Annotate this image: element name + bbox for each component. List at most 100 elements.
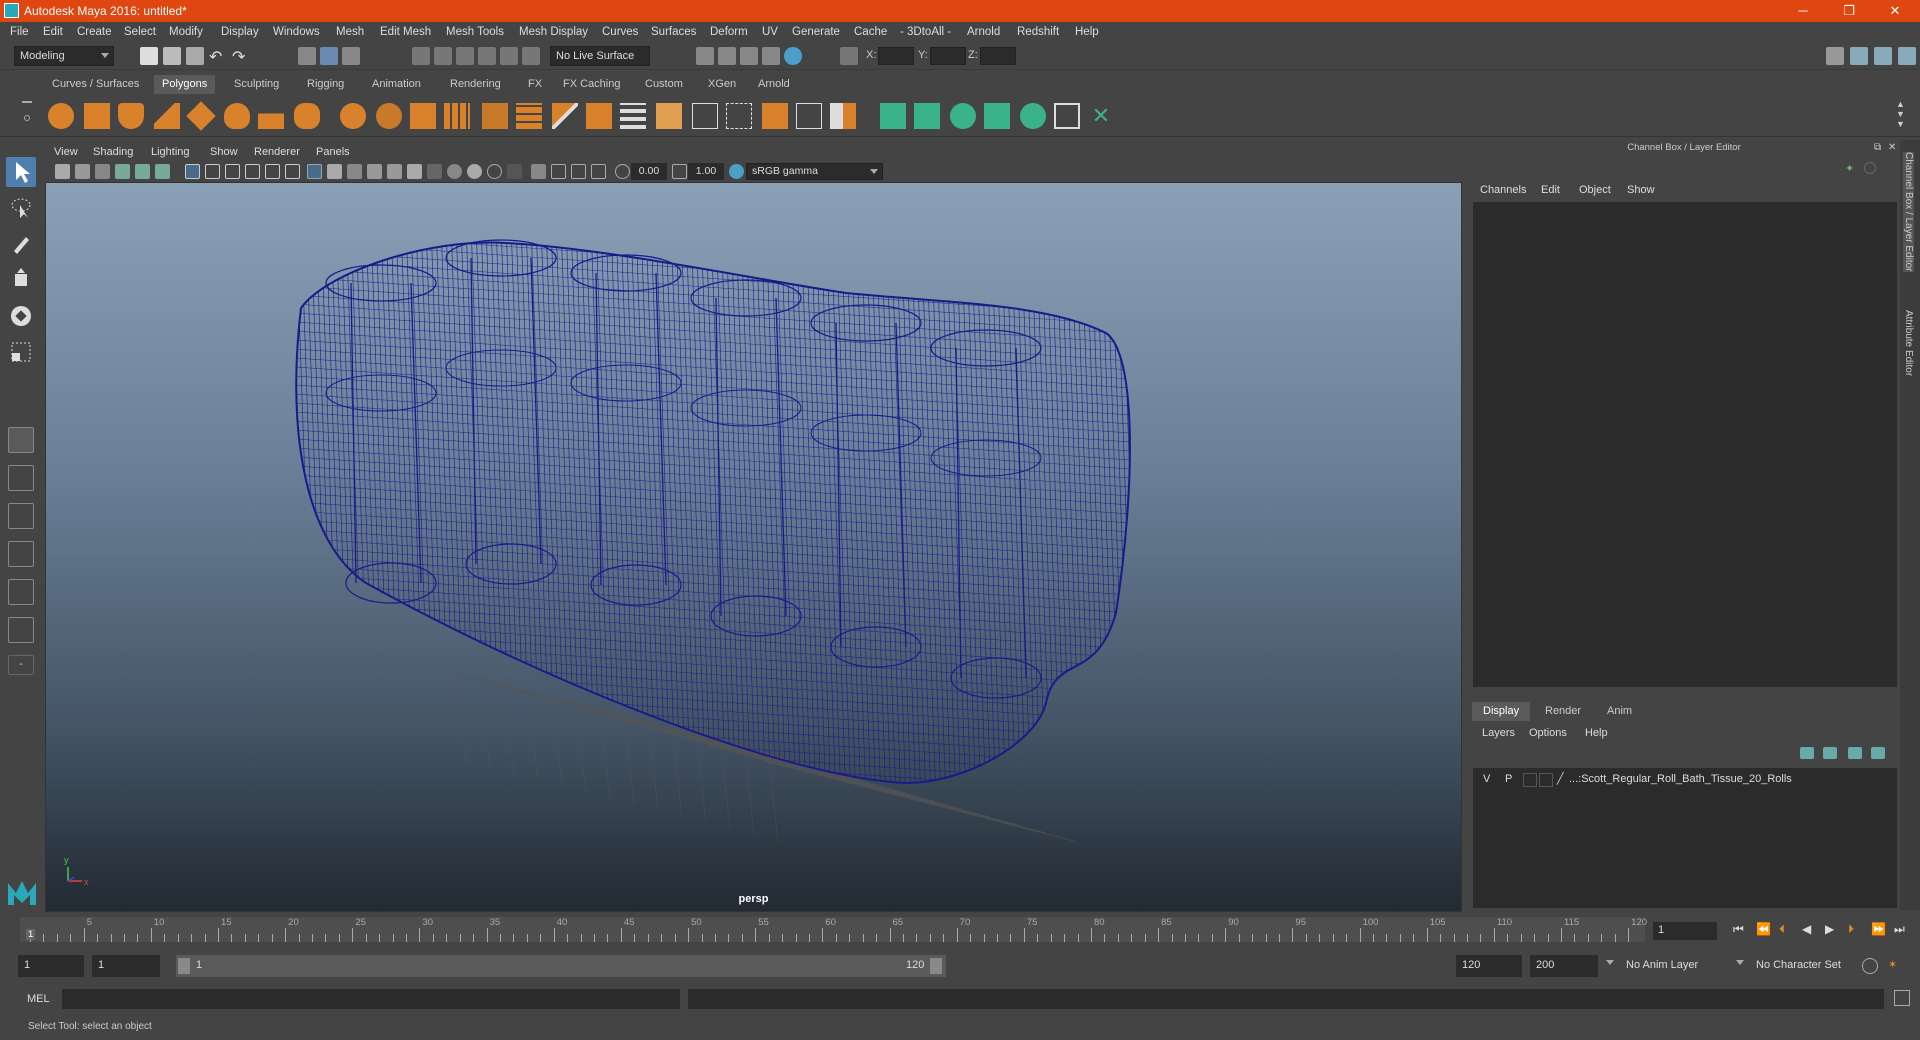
menu-mesh-tools[interactable]: Mesh Tools bbox=[446, 26, 504, 38]
save-scene-icon[interactable] bbox=[186, 47, 204, 65]
step-back-key-icon[interactable]: ⏴ bbox=[1779, 922, 1785, 937]
poly-cube-icon[interactable] bbox=[84, 103, 110, 129]
gamma-icon[interactable] bbox=[672, 164, 687, 179]
color-space-dropdown[interactable]: sRGB gamma bbox=[746, 163, 883, 180]
workspace-icon[interactable] bbox=[1826, 47, 1844, 65]
current-frame-field[interactable]: 1 bbox=[1653, 922, 1717, 940]
hypershade-icon[interactable] bbox=[784, 47, 802, 65]
lights-icon[interactable] bbox=[407, 164, 422, 179]
menu-create[interactable]: Create bbox=[77, 26, 112, 38]
wireframe-on-shaded-icon[interactable] bbox=[367, 164, 382, 179]
move-tool-icon[interactable] bbox=[6, 265, 36, 295]
menu-modify[interactable]: Modify bbox=[169, 26, 203, 38]
quad-layout-icon[interactable] bbox=[8, 427, 34, 453]
command-language-label[interactable]: MEL bbox=[27, 993, 50, 1005]
menu-edit[interactable]: Edit bbox=[43, 26, 63, 38]
merge-icon[interactable] bbox=[796, 103, 822, 129]
side-by-side-layout-icon[interactable] bbox=[8, 503, 34, 529]
close-panel-icon[interactable]: ✕ bbox=[1888, 142, 1896, 153]
step-forward-key-icon[interactable]: ⏵ bbox=[1848, 922, 1854, 937]
move-layer-up-icon[interactable] bbox=[1800, 747, 1814, 759]
redo-icon[interactable]: ↷ bbox=[232, 47, 250, 66]
layer-display-type-toggle[interactable] bbox=[1523, 773, 1537, 787]
shelf-tab-xgen[interactable]: XGen bbox=[700, 75, 744, 94]
menu-redshift[interactable]: Redshift bbox=[1017, 26, 1059, 38]
script-editor-icon[interactable] bbox=[1894, 990, 1910, 1006]
snap-curve-icon[interactable] bbox=[434, 47, 452, 65]
gate-mask-icon[interactable] bbox=[245, 164, 260, 179]
snap-grid-icon[interactable] bbox=[412, 47, 430, 65]
new-layer-selected-icon[interactable] bbox=[1871, 747, 1885, 759]
safe-action-icon[interactable] bbox=[285, 164, 300, 179]
extrude-icon[interactable] bbox=[516, 103, 542, 129]
lasso-tool-icon[interactable] bbox=[6, 193, 36, 223]
menu-generate[interactable]: Generate bbox=[792, 26, 840, 38]
camera-select-icon[interactable] bbox=[55, 164, 70, 179]
menu-help[interactable]: Help bbox=[1075, 26, 1099, 38]
poly-pyramid-icon[interactable] bbox=[258, 103, 284, 129]
anim-layer-dropdown[interactable]: No Anim Layer bbox=[1620, 955, 1740, 977]
menu-cache[interactable]: Cache bbox=[854, 26, 887, 38]
menu-mesh-display[interactable]: Mesh Display bbox=[519, 26, 588, 38]
layer-tab-render[interactable]: Render bbox=[1534, 702, 1592, 721]
menu-select[interactable]: Select bbox=[124, 26, 156, 38]
snap-vertex-icon[interactable] bbox=[522, 47, 540, 65]
play-backwards-icon[interactable]: ◀ bbox=[1802, 922, 1811, 936]
select-hierarchy-icon[interactable] bbox=[298, 47, 316, 65]
play-forwards-icon[interactable]: ▶ bbox=[1825, 922, 1834, 936]
menu-display[interactable]: Display bbox=[221, 26, 259, 38]
menu-mesh[interactable]: Mesh bbox=[336, 26, 364, 38]
live-surface-field[interactable]: No Live Surface bbox=[550, 46, 650, 66]
character-set-dropdown[interactable]: No Character Set bbox=[1750, 955, 1870, 977]
side-tab-attribute-editor[interactable]: Attribute Editor bbox=[1903, 310, 1914, 376]
unfold-icon[interactable]: ✕ bbox=[1088, 103, 1114, 129]
go-to-start-icon[interactable]: ⏮ bbox=[1733, 922, 1744, 937]
transform-mode-icon[interactable] bbox=[840, 47, 858, 65]
shelf-scroll-arrows-icon[interactable]: ▲ ▼ ▼ bbox=[1896, 99, 1905, 129]
poly-plane-icon[interactable] bbox=[186, 101, 216, 131]
exposure-icon[interactable] bbox=[615, 164, 630, 179]
render-settings-icon[interactable] bbox=[762, 47, 780, 65]
range-end-handle[interactable] bbox=[930, 958, 942, 974]
shelf-tab-curves-surfaces[interactable]: Curves / Surfaces bbox=[44, 75, 147, 94]
shelf-tab-custom[interactable]: Custom bbox=[637, 75, 691, 94]
bookmark-icon[interactable] bbox=[95, 164, 110, 179]
channel-box-toggle-icon[interactable] bbox=[1864, 162, 1876, 174]
channel-box-gizmo-icon[interactable]: ✦ bbox=[1845, 162, 1859, 176]
perspective-viewport[interactable]: y x persp bbox=[45, 182, 1462, 912]
field-chart-icon[interactable] bbox=[265, 164, 280, 179]
combine-icon[interactable] bbox=[410, 103, 436, 129]
resolution-gate-icon[interactable] bbox=[225, 164, 240, 179]
scene-end-field[interactable]: 200 bbox=[1530, 955, 1598, 977]
shelf-tab-sculpting[interactable]: Sculpting bbox=[226, 75, 287, 94]
scale-tool-icon[interactable] bbox=[6, 337, 36, 367]
time-slider-track[interactable]: 5 10 15 20 25 30 35 40 45 50 55 60 65 70 75 80 85 90 95 100… bbox=[20, 917, 1647, 942]
menu-deform[interactable]: Deform bbox=[710, 26, 748, 38]
restore-button[interactable]: ❐ bbox=[1826, 0, 1872, 22]
uv-editor-icon[interactable] bbox=[880, 103, 906, 129]
render-region-icon[interactable] bbox=[696, 47, 714, 65]
2d-pan-zoom-icon[interactable] bbox=[135, 164, 150, 179]
fill-hole-icon[interactable] bbox=[656, 103, 682, 129]
shelf-tab-rendering[interactable]: Rendering bbox=[442, 75, 509, 94]
motion-blur-icon[interactable] bbox=[467, 164, 482, 179]
animation-preferences-icon[interactable]: ✶ bbox=[1888, 958, 1904, 974]
go-to-end-icon[interactable]: ⏭ bbox=[1894, 922, 1905, 937]
layer-visibility-toggle[interactable]: V bbox=[1483, 773, 1490, 785]
render-frame-icon[interactable] bbox=[718, 47, 736, 65]
panel-menu-panels[interactable]: Panels bbox=[316, 146, 350, 158]
shelf-tab-rigging[interactable]: Rigging bbox=[299, 75, 352, 94]
panel-menu-renderer[interactable]: Renderer bbox=[254, 146, 300, 158]
snap-view-icon[interactable] bbox=[478, 47, 496, 65]
layer-options-menu[interactable]: Options bbox=[1529, 727, 1567, 739]
poly-disc-icon[interactable] bbox=[340, 103, 366, 129]
shelf-menu-icon[interactable] bbox=[22, 95, 34, 135]
graph-editor-layout-icon[interactable] bbox=[8, 579, 34, 605]
snap-point-icon[interactable] bbox=[456, 47, 474, 65]
camera-uv-icon[interactable] bbox=[984, 103, 1010, 129]
bevel-icon[interactable] bbox=[586, 103, 612, 129]
menu-edit-mesh[interactable]: Edit Mesh bbox=[380, 26, 431, 38]
undo-icon[interactable]: ↶ bbox=[209, 47, 227, 66]
channels-menu[interactable]: Channels bbox=[1480, 184, 1526, 196]
y-field[interactable] bbox=[930, 47, 966, 65]
